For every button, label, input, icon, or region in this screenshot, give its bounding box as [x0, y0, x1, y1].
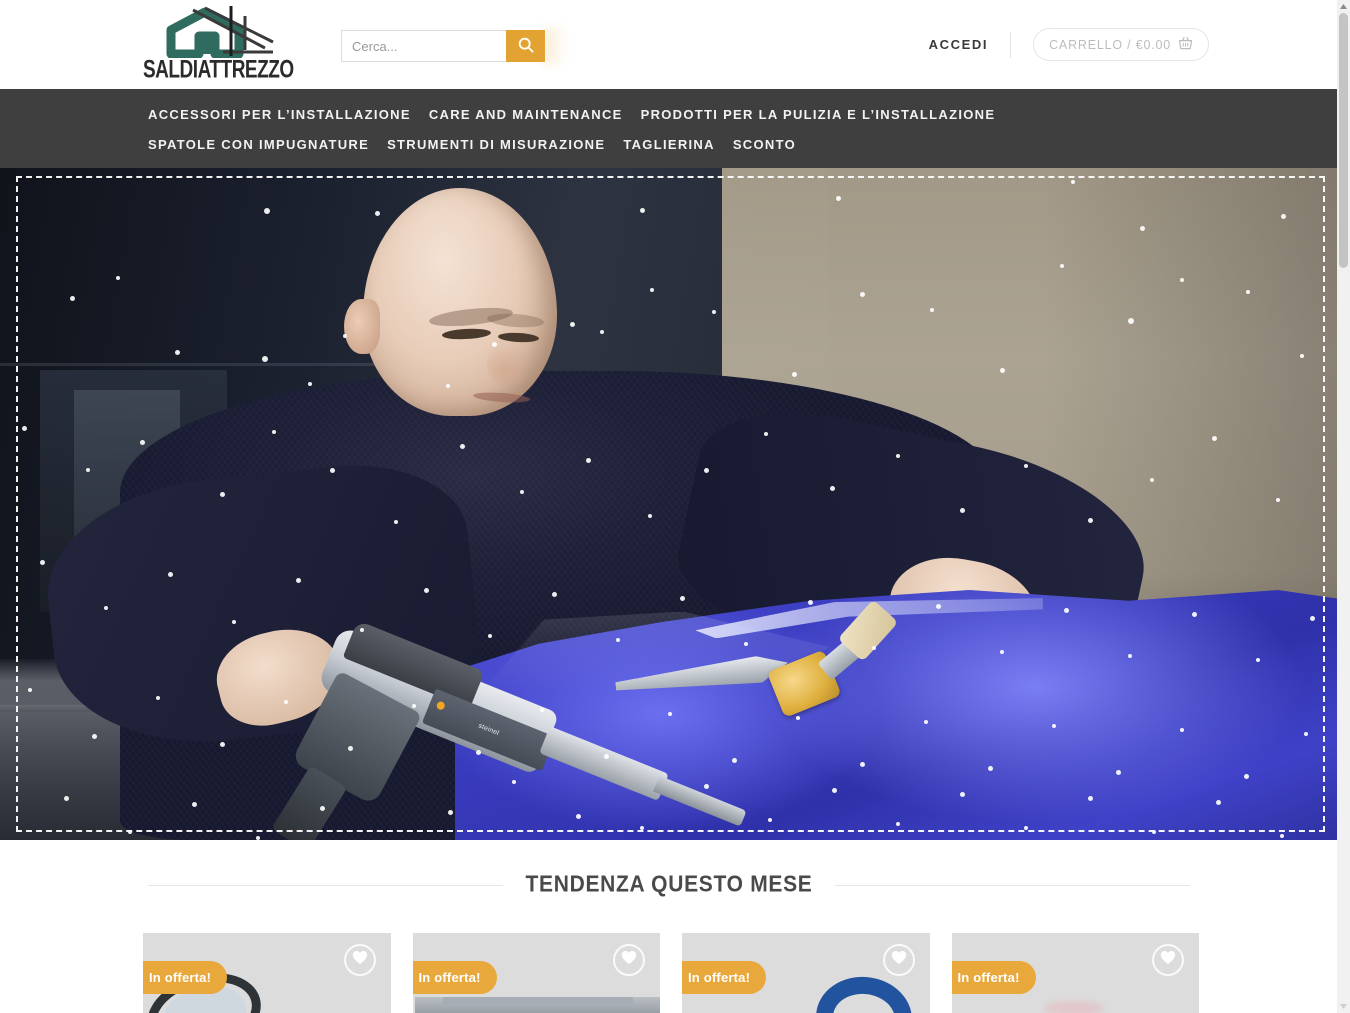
wishlist-button[interactable] [1152, 944, 1184, 976]
nav-item-strumenti-di-misurazione[interactable]: STRUMENTI DI MISURAZIONE [387, 137, 605, 152]
sale-badge: In offerta! [682, 961, 767, 994]
header-account-area: ACCEDI CARRELLO / €0.00 [929, 28, 1209, 61]
product-card-1[interactable]: In offerta! [143, 933, 391, 1013]
header-divider [1010, 31, 1012, 58]
sale-badge: In offerta! [951, 961, 1036, 994]
wishlist-button[interactable] [882, 944, 915, 976]
section-rule-right [834, 884, 1190, 886]
page-scrollbar[interactable] [1337, 0, 1350, 1013]
product-grid: In offerta! In offerta! In offerta! In o… [143, 933, 1199, 1013]
heart-icon [891, 950, 907, 970]
site-header: SALDIATTREZZO ACCEDI CARRELLO / €0.00 [0, 0, 1337, 89]
page-title: TENDENZA QUESTO MESE [525, 872, 813, 897]
search-submit-button[interactable] [506, 30, 545, 62]
product-2-bar-detail [442, 997, 633, 1005]
render-artifact [543, 28, 653, 64]
heart-icon [621, 950, 637, 970]
heat-gun-tip [652, 775, 747, 827]
scrollbar-thumb[interactable] [1339, 13, 1348, 268]
nav-item-care-and-maintenance[interactable]: CARE AND MAINTENANCE [429, 107, 623, 122]
search-form[interactable] [341, 30, 545, 62]
brand-name: SALDIATTREZZO [142, 56, 294, 84]
hero-person-head [362, 188, 558, 417]
sale-badge: In offerta! [412, 961, 497, 994]
section-rule-left [148, 884, 504, 886]
scroll-down-arrow-icon[interactable] [1337, 1000, 1350, 1013]
hero-photo: steinel [0, 168, 1337, 840]
hero-banner[interactable]: steinel [0, 168, 1337, 840]
hero-person-ear [344, 298, 380, 355]
site-logo[interactable]: SALDIATTREZZO [143, 6, 294, 84]
nav-item-taglierina[interactable]: TAGLIERINA [623, 137, 714, 152]
main-navigation: ACCESSORI PER L’INSTALLAZIONE CARE AND M… [0, 89, 1337, 168]
sale-badge: In offerta! [143, 961, 228, 994]
product-3-blue-tool [811, 972, 916, 1013]
scroll-up-arrow-icon[interactable] [1337, 0, 1350, 13]
nav-row-primary: ACCESSORI PER L’INSTALLAZIONE CARE AND M… [0, 89, 1337, 129]
product-4-detail [1043, 1001, 1104, 1013]
heart-icon [1160, 950, 1176, 970]
search-input[interactable] [341, 30, 506, 62]
nav-item-accessori-installazione[interactable]: ACCESSORI PER L’INSTALLAZIONE [148, 107, 411, 122]
product-card-2[interactable]: In offerta! [412, 933, 660, 1013]
search-icon [518, 37, 534, 56]
cart-label: CARRELLO / €0.00 [1049, 37, 1171, 52]
section-heading: TENDENZA QUESTO MESE [148, 872, 1190, 897]
nav-item-sconto[interactable]: SCONTO [733, 137, 796, 152]
wishlist-button[interactable] [343, 944, 376, 976]
page-root: SALDIATTREZZO ACCEDI CARRELLO / €0.00 [0, 0, 1350, 1013]
wishlist-button[interactable] [613, 944, 645, 976]
cart-button[interactable]: CARRELLO / €0.00 [1033, 28, 1209, 61]
hero-person-nose [486, 344, 531, 387]
product-card-4[interactable]: In offerta! [951, 933, 1199, 1013]
heart-icon [352, 950, 368, 970]
nav-item-prodotti-pulizia-installazione[interactable]: PRODOTTI PER LA PULIZIA E L’INSTALLAZION… [641, 107, 996, 122]
house-outline-logo-icon [153, 6, 283, 59]
product-card-3[interactable]: In offerta! [682, 933, 930, 1013]
shopping-basket-icon [1178, 36, 1193, 53]
nav-row-secondary: SPATOLE CON IMPUGNATURE STRUMENTI DI MIS… [0, 129, 1337, 159]
trending-section: TENDENZA QUESTO MESE In offerta! In offe… [0, 840, 1337, 1013]
nav-item-spatole-con-impugnature[interactable]: SPATOLE CON IMPUGNATURE [148, 137, 369, 152]
login-link[interactable]: ACCEDI [929, 37, 1010, 52]
